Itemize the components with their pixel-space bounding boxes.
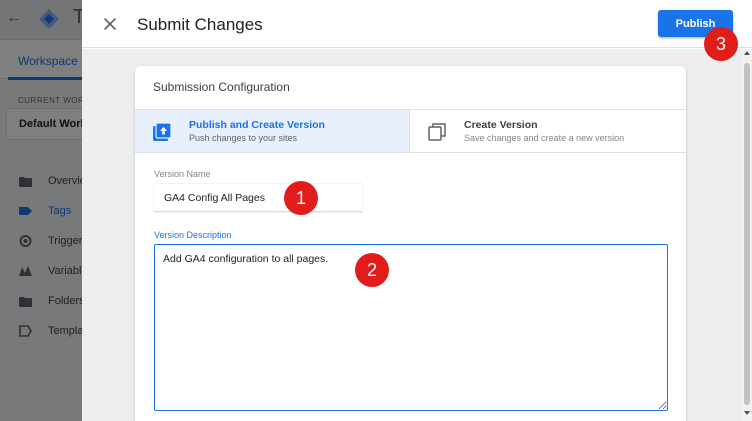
close-icon[interactable] (100, 14, 120, 34)
panel-title: Submit Changes (137, 15, 263, 34)
callout-badge-1: 1 (284, 181, 318, 215)
card-title: Submission Configuration (153, 80, 290, 94)
callout-badge-2: 2 (355, 253, 389, 287)
option-publish-and-create-version[interactable]: Publish and Create Version Push changes … (135, 110, 410, 152)
submit-changes-panel: Submit Changes Publish Submission Config… (82, 0, 752, 421)
scroll-up-arrow-icon[interactable] (744, 51, 750, 55)
version-description-label: Version Description (154, 230, 232, 240)
option-title: Create Version (464, 119, 538, 131)
publish-upload-icon (153, 123, 171, 141)
version-name-input[interactable] (154, 184, 362, 212)
option-description: Save changes and create a new version (464, 133, 625, 143)
version-description-textarea[interactable]: Add GA4 configuration to all pages. (154, 244, 668, 411)
option-title: Publish and Create Version (189, 119, 325, 131)
panel-scrollbar[interactable] (742, 49, 752, 421)
version-name-label: Version Name (154, 169, 211, 179)
submission-configuration-card: Submission Configuration Publish and Cre… (135, 66, 686, 421)
scroll-down-arrow-icon[interactable] (744, 411, 750, 415)
option-create-version[interactable]: Create Version Save changes and create a… (410, 110, 686, 152)
panel-header: Submit Changes Publish (82, 0, 752, 48)
callout-badge-3: 3 (704, 27, 738, 61)
panel-body: Submission Configuration Publish and Cre… (82, 49, 742, 421)
option-description: Push changes to your sites (189, 133, 298, 143)
scroll-thumb[interactable] (744, 63, 750, 405)
submission-options: Publish and Create Version Push changes … (135, 109, 686, 153)
copy-version-icon (428, 123, 446, 141)
